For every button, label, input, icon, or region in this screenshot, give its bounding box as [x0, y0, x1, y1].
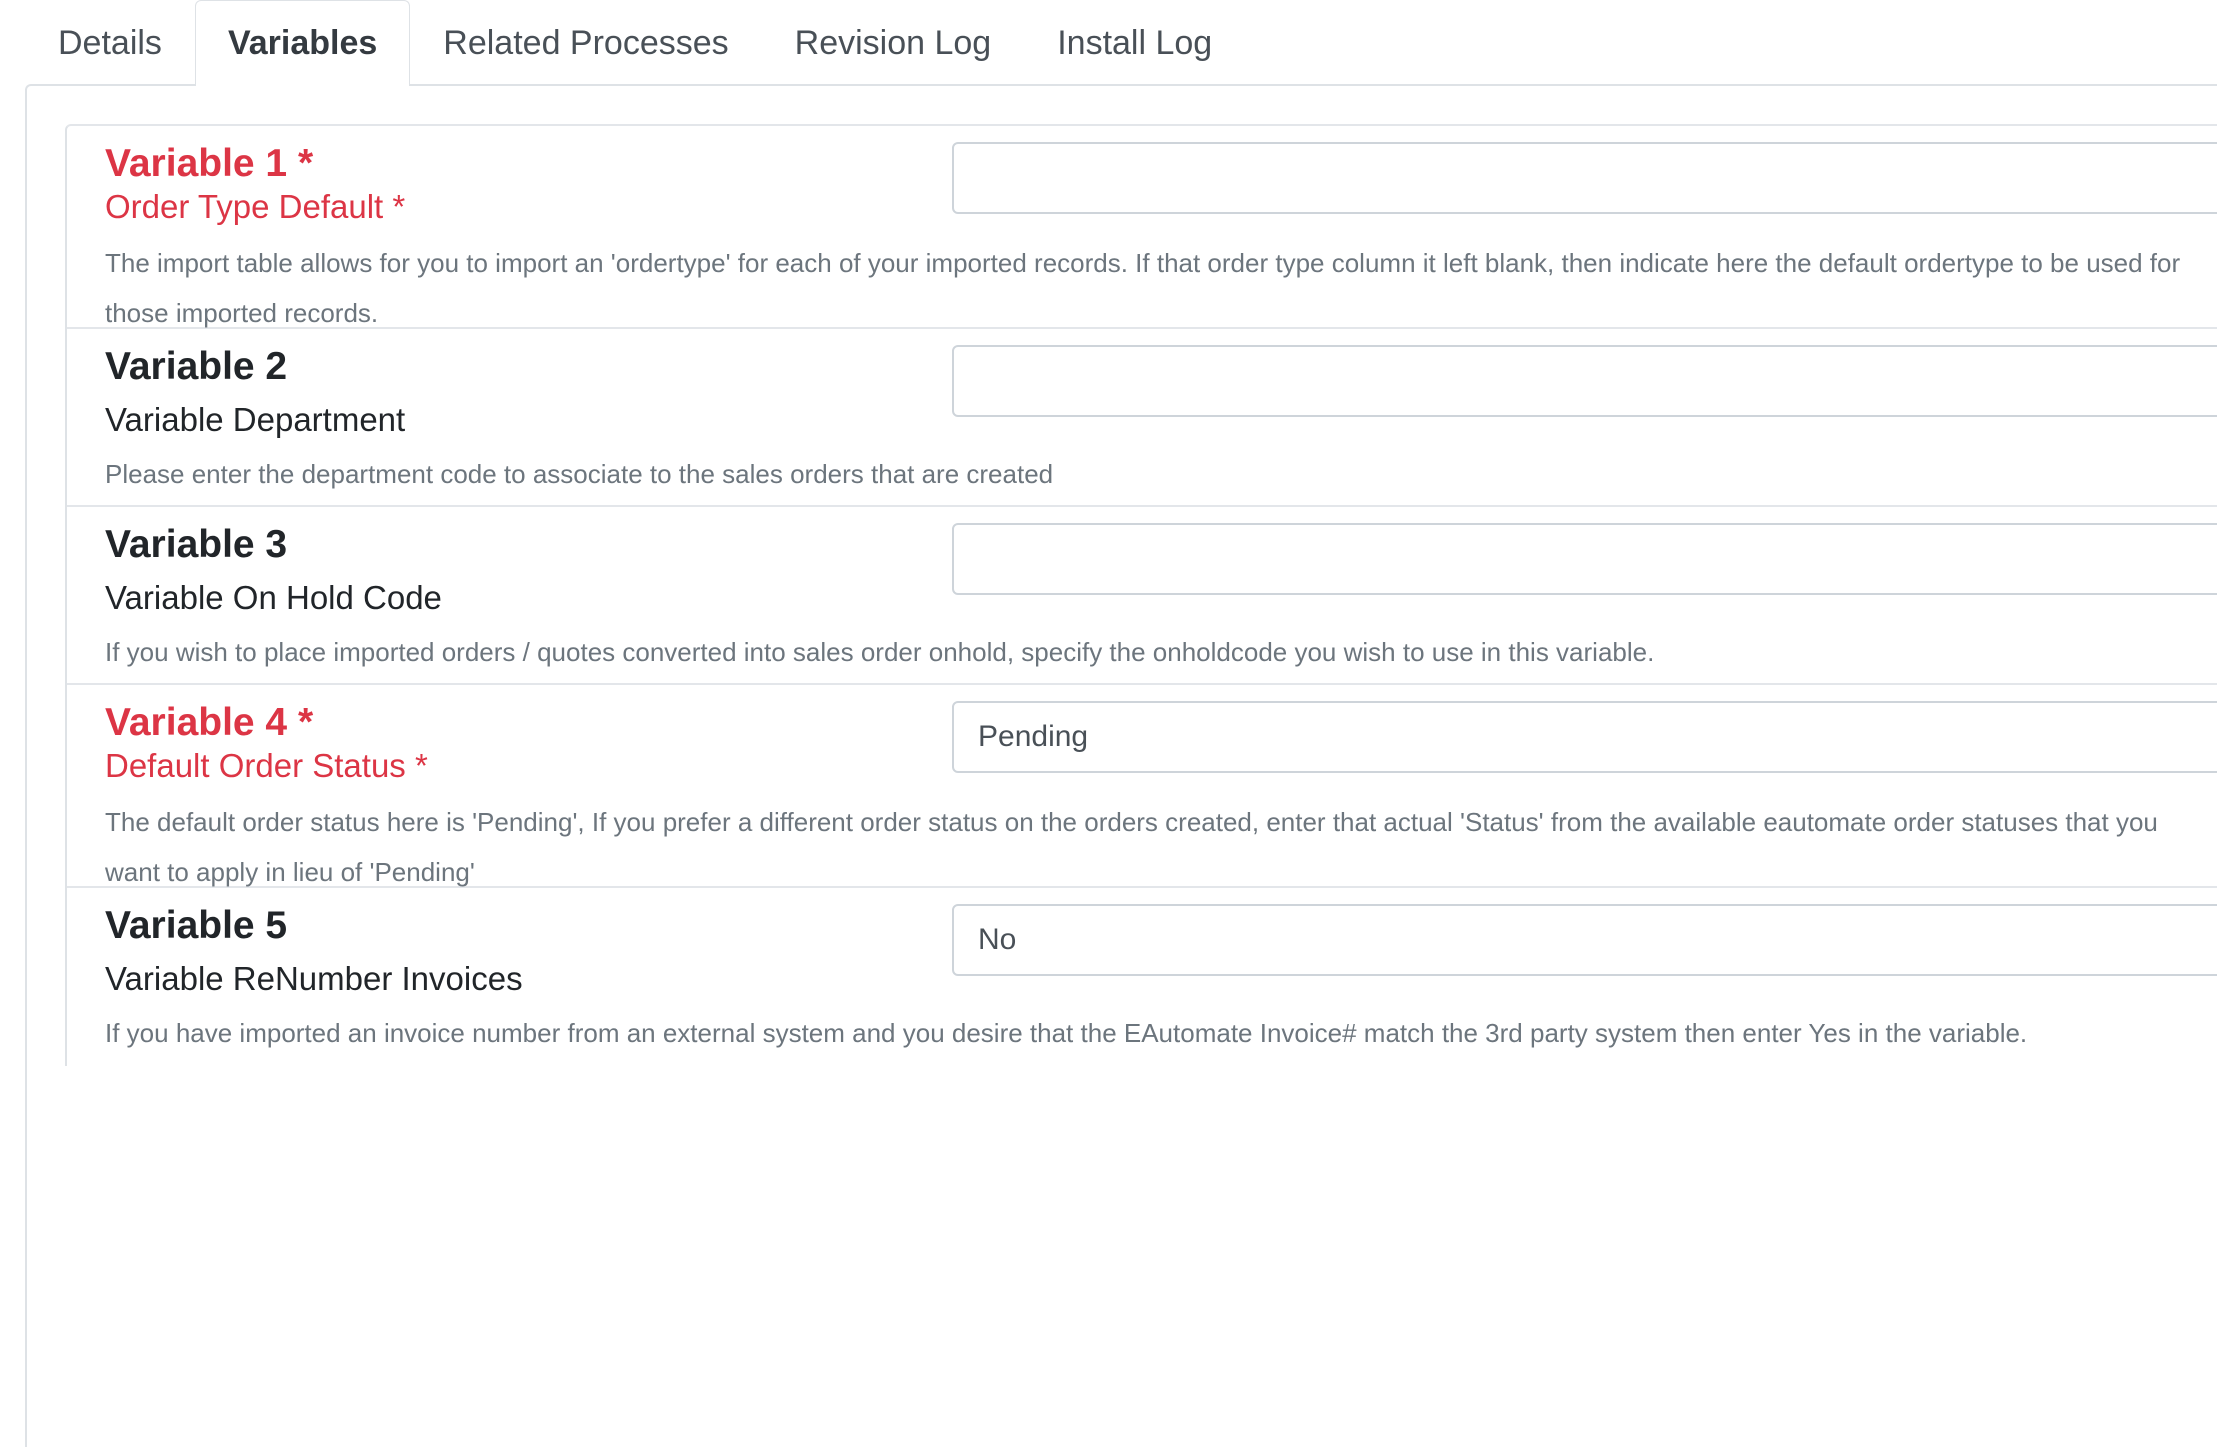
variable-subtitle: Variable Department: [105, 401, 406, 438]
variable-subtitle: Order Type Default *: [105, 188, 406, 225]
tab-details[interactable]: Details: [25, 0, 195, 85]
variable-description: If you wish to place imported orders / q…: [105, 637, 1655, 667]
variable-description: If you have imported an invoice number f…: [105, 1018, 2028, 1048]
variable-subtitle: Default Order Status *: [105, 747, 428, 784]
variable-description: The default order status here is 'Pendin…: [105, 807, 2158, 887]
variable-row-1: Variable 1 * Order Type Default * The im…: [67, 126, 2217, 329]
variable-3-input[interactable]: [952, 523, 2217, 595]
variable-row-5: Variable 5 Variable ReNumber Invoices If…: [67, 888, 2217, 1066]
variable-description: The import table allows for you to impor…: [105, 248, 2181, 328]
variable-title: Variable 1 *: [105, 142, 314, 185]
tab-install-log[interactable]: Install Log: [1024, 0, 1245, 85]
variable-subtitle: Variable ReNumber Invoices: [105, 960, 523, 997]
variable-row-4: Variable 4 * Default Order Status * The …: [67, 685, 2217, 888]
variable-description: Please enter the department code to asso…: [105, 459, 1054, 489]
tab-variables[interactable]: Variables: [194, 0, 411, 86]
variable-title: Variable 4 *: [105, 701, 314, 744]
variable-title: Variable 3: [105, 523, 288, 566]
variable-1-input[interactable]: [952, 142, 2217, 214]
tab-bar: Details Variables Related Processes Revi…: [25, 0, 1245, 86]
variables-page: Details Variables Related Processes Revi…: [0, 0, 2217, 1447]
variable-title: Variable 5: [105, 904, 288, 947]
variable-4-input[interactable]: [952, 701, 2217, 773]
variable-title: Variable 2: [105, 345, 288, 388]
variables-list: Variable 1 * Order Type Default * The im…: [65, 124, 2217, 1066]
tab-revision-log[interactable]: Revision Log: [762, 0, 1025, 85]
variable-5-input[interactable]: [952, 904, 2217, 976]
variable-subtitle: Variable On Hold Code: [105, 579, 442, 616]
tab-related-processes[interactable]: Related Processes: [410, 0, 761, 85]
variable-2-input[interactable]: [952, 345, 2217, 417]
variable-row-3: Variable 3 Variable On Hold Code If you …: [67, 507, 2217, 685]
variable-row-2: Variable 2 Variable Department Please en…: [67, 329, 2217, 507]
